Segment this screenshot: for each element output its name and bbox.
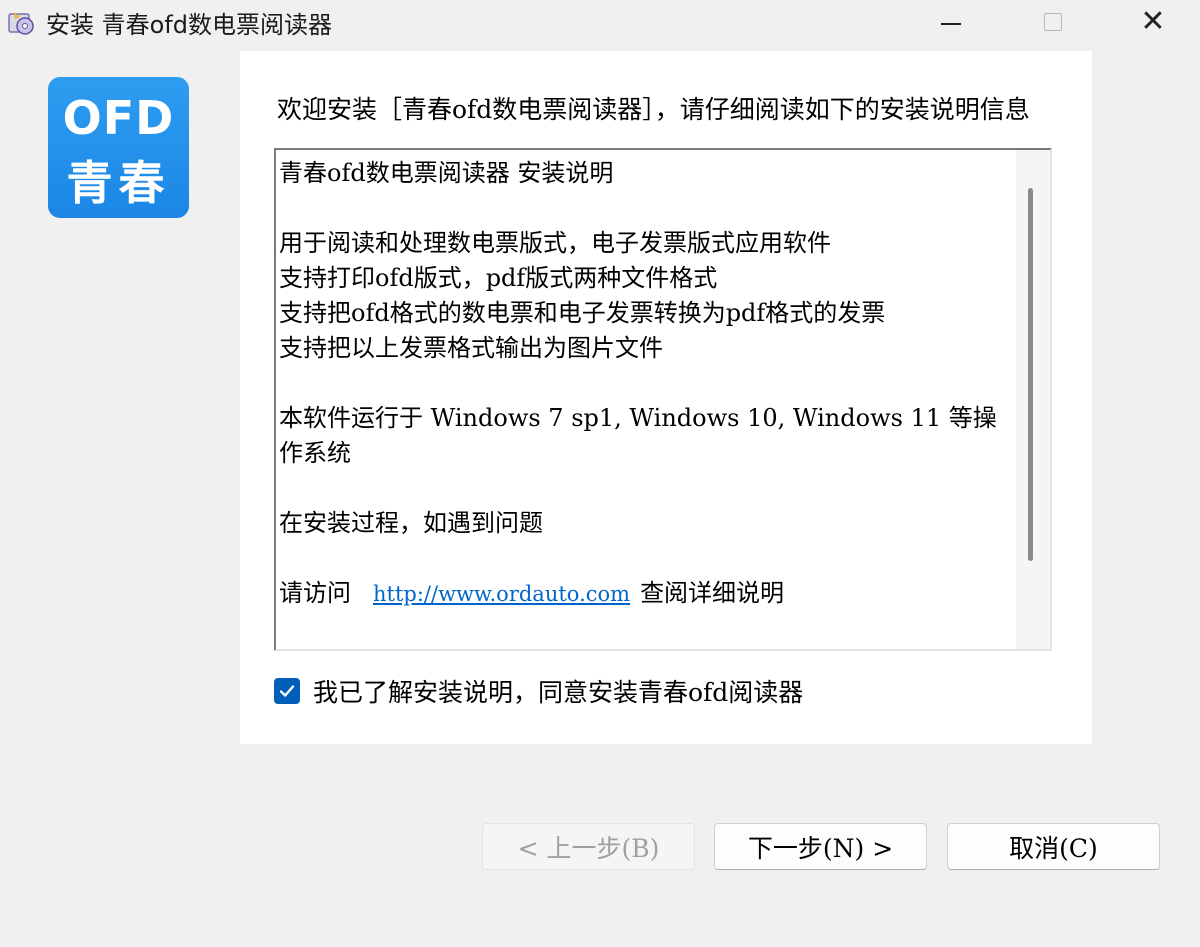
readme-line — [279, 366, 1009, 401]
agree-checkbox[interactable] — [274, 678, 300, 704]
visit-suffix: 查阅详细说明 — [640, 579, 785, 607]
readme-visit-line: 请访问 http://www.ordauto.com 查阅详细说明 — [279, 576, 1009, 612]
close-icon: ✕ — [1140, 4, 1166, 39]
minimize-icon — [941, 23, 961, 25]
readme-line: 支持打印ofd版式，pdf版式两种文件格式 — [279, 264, 718, 292]
readme-line: 在安装过程，如遇到问题 — [279, 509, 543, 537]
logo-text-qingchun: 青春 — [66, 156, 171, 210]
readme-line: 青春ofd数电票阅读器 安装说明 — [279, 159, 614, 187]
ofd-logo: OFD 青春 — [48, 77, 189, 218]
window-title: 安装 青春ofd数电票阅读器 — [46, 11, 332, 39]
readme-line — [279, 541, 1009, 576]
back-button[interactable]: < 上一步(B) — [482, 823, 695, 870]
installer-app-icon — [8, 12, 34, 35]
readme-line: 用于阅读和处理数电票版式，电子发票版式应用软件 — [279, 229, 831, 257]
maximize-button[interactable] — [1022, 0, 1084, 44]
close-button[interactable]: ✕ — [1122, 0, 1184, 44]
agree-label[interactable]: 我已了解安装说明，同意安装青春ofd阅读器 — [313, 673, 803, 709]
website-link[interactable]: http://www.ordauto.com — [351, 582, 640, 606]
readme-line: 支持把以上发票格式输出为图片文件 — [279, 334, 663, 362]
scrollbar-thumb[interactable] — [1028, 188, 1033, 561]
agree-checkbox-row[interactable]: 我已了解安装说明，同意安装青春ofd阅读器 — [274, 673, 803, 709]
next-button[interactable]: 下一步(N) > — [714, 823, 927, 870]
checkmark-icon — [279, 685, 295, 697]
readme-line: 支持把ofd格式的数电票和电子发票转换为pdf格式的发票 — [279, 299, 886, 327]
title-bar: 安装 青春ofd数电票阅读器 ✕ — [0, 0, 1200, 44]
intro-text: 欢迎安装［青春ofd数电票阅读器］，请仔细阅读如下的安装说明信息 — [277, 96, 1030, 124]
readme-line — [279, 471, 1009, 506]
maximize-icon — [1044, 13, 1062, 31]
readme-line — [279, 191, 1009, 226]
content-panel: 欢迎安装［青春ofd数电票阅读器］，请仔细阅读如下的安装说明信息 青春ofd数电… — [240, 51, 1092, 744]
minimize-button[interactable] — [920, 0, 982, 44]
logo-text-ofd: OFD — [62, 91, 175, 145]
cancel-button[interactable]: 取消(C) — [947, 823, 1160, 870]
readme-line: 本软件运行于 Windows 7 sp1, Windows 10, Window… — [279, 404, 997, 467]
readme-content: 青春ofd数电票阅读器 安装说明 用于阅读和处理数电票版式，电子发票版式应用软件… — [279, 156, 1009, 612]
readme-scrollbar[interactable] — [1016, 150, 1050, 649]
visit-prefix: 请访问 — [279, 579, 351, 607]
readme-textbox[interactable]: 青春ofd数电票阅读器 安装说明 用于阅读和处理数电票版式，电子发票版式应用软件… — [274, 148, 1052, 651]
